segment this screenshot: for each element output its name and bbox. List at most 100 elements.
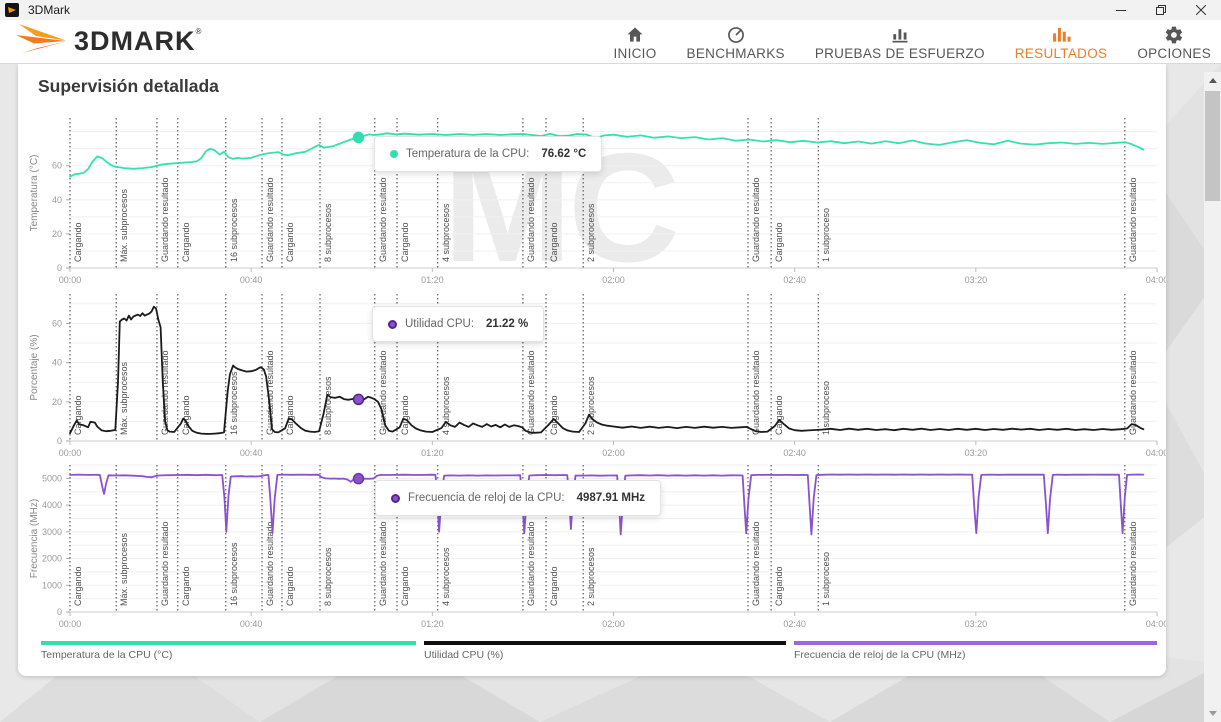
svg-text:Cargando: Cargando <box>774 395 784 435</box>
svg-text:Cargando: Cargando <box>181 395 191 435</box>
svg-text:Cargando: Cargando <box>181 566 191 606</box>
svg-text:04:00: 04:00 <box>1146 275 1166 285</box>
svg-text:3000: 3000 <box>42 527 62 537</box>
svg-text:Guardando resultado: Guardando resultado <box>265 350 275 435</box>
svg-text:Guardando resultado: Guardando resultado <box>160 521 170 606</box>
svg-text:60: 60 <box>52 318 62 328</box>
svg-text:Porcentaje (%): Porcentaje (%) <box>29 334 40 400</box>
svg-text:01:20: 01:20 <box>421 275 444 285</box>
legend-label-frequency: Frecuencia de reloj de la CPU (MHz) <box>794 649 966 661</box>
svg-text:01:20: 01:20 <box>421 448 444 458</box>
nav-item-opciones[interactable]: OPCIONES <box>1137 25 1211 61</box>
arrow-down-icon <box>1208 711 1217 716</box>
scrollbar-thumb[interactable] <box>1205 91 1220 201</box>
svg-text:Cargando: Cargando <box>73 566 83 606</box>
svg-text:Guardando resultado: Guardando resultado <box>1128 177 1138 262</box>
svg-text:16 subprocesos: 16 subprocesos <box>229 371 239 435</box>
svg-text:Máx. subprocesos: Máx. subprocesos <box>119 188 129 262</box>
svg-text:Cargando: Cargando <box>181 222 191 262</box>
svg-text:0: 0 <box>57 263 62 273</box>
tooltip-label: Temperatura de la CPU: <box>406 148 530 160</box>
svg-text:00:00: 00:00 <box>59 448 82 458</box>
arrow-up-icon <box>1208 78 1217 83</box>
svg-text:Cargando: Cargando <box>774 222 784 262</box>
svg-text:5000: 5000 <box>42 473 62 483</box>
svg-text:8 subprocesos: 8 subprocesos <box>323 203 333 262</box>
svg-text:2000: 2000 <box>42 554 62 564</box>
close-button[interactable] <box>1181 0 1221 20</box>
tooltip-value: 21.22 % <box>486 318 529 330</box>
nav-item-benchmarks[interactable]: BENCHMARKS <box>687 25 785 61</box>
svg-text:2 subprocesos: 2 subprocesos <box>586 376 596 435</box>
minimize-button[interactable] <box>1101 0 1141 20</box>
bar-chart-icon <box>1053 27 1071 42</box>
svg-text:Cargando: Cargando <box>285 222 295 262</box>
tooltip-value: 76.62 °C <box>541 148 587 160</box>
svg-text:03:20: 03:20 <box>965 619 988 629</box>
svg-text:Guardando resultado: Guardando resultado <box>751 350 761 435</box>
scroll-up-button[interactable] <box>1204 72 1221 89</box>
svg-text:00:40: 00:40 <box>240 275 263 285</box>
app-icon <box>5 3 19 17</box>
svg-text:00:40: 00:40 <box>240 448 263 458</box>
window-titlebar: 3DMark <box>0 0 1221 20</box>
svg-text:03:20: 03:20 <box>965 275 988 285</box>
svg-text:Guardando resultado: Guardando resultado <box>378 177 388 262</box>
svg-text:Cargando: Cargando <box>549 566 559 606</box>
svg-text:20: 20 <box>52 229 62 239</box>
legend-bar-utilization <box>424 641 786 645</box>
svg-text:00:40: 00:40 <box>240 619 263 629</box>
svg-text:Frecuencia (MHz): Frecuencia (MHz) <box>29 499 40 578</box>
svg-text:04:00: 04:00 <box>1146 448 1166 458</box>
svg-text:Cargando: Cargando <box>400 222 410 262</box>
bar-chart-icon <box>892 29 908 43</box>
nav-item-resultados[interactable]: RESULTADOS <box>1015 25 1108 61</box>
svg-text:Cargando: Cargando <box>774 566 784 606</box>
svg-text:1 subproceso: 1 subproceso <box>821 552 831 606</box>
svg-text:Guardando resultado: Guardando resultado <box>751 521 761 606</box>
svg-text:Cargando: Cargando <box>285 566 295 606</box>
svg-text:Guardando resultado: Guardando resultado <box>1128 350 1138 435</box>
3dmark-spark-icon <box>16 24 66 53</box>
tooltip-dot-icon <box>388 319 397 329</box>
svg-text:02:40: 02:40 <box>783 448 806 458</box>
tooltip-label: Utilidad CPU: <box>405 318 475 330</box>
svg-text:4 subprocesos: 4 subprocesos <box>441 547 451 606</box>
gear-icon <box>1165 26 1183 44</box>
svg-text:Cargando: Cargando <box>549 395 559 435</box>
svg-text:4000: 4000 <box>42 500 62 510</box>
svg-text:Guardando resultado: Guardando resultado <box>526 350 536 435</box>
svg-text:02:40: 02:40 <box>783 619 806 629</box>
svg-text:1 subproceso: 1 subproceso <box>821 381 831 435</box>
main-nav: INICIO BENCHMARKS PRUEBAS DE ESFUERZO RE… <box>613 20 1211 64</box>
tooltip-cpu-frequency: Frecuencia de reloj de la CPU: 4987.91 M… <box>375 480 662 516</box>
svg-text:02:00: 02:00 <box>602 448 625 458</box>
svg-text:16 subprocesos: 16 subprocesos <box>229 542 239 606</box>
svg-text:20: 20 <box>52 397 62 407</box>
svg-text:00:00: 00:00 <box>59 275 82 285</box>
svg-text:Máx. subprocesos: Máx. subprocesos <box>119 532 129 606</box>
svg-text:Cargando: Cargando <box>400 566 410 606</box>
scroll-down-button[interactable] <box>1204 705 1221 722</box>
svg-text:Temperatura (°C): Temperatura (°C) <box>29 155 40 232</box>
3dmark-logo: 3DMARK ® <box>16 24 201 58</box>
svg-text:16 subprocesos: 16 subprocesos <box>229 198 239 262</box>
tooltip-cpu-utilization: Utilidad CPU: 21.22 % <box>372 306 545 342</box>
svg-text:1 subproceso: 1 subproceso <box>821 208 831 262</box>
tooltip-label: Frecuencia de reloj de la CPU: <box>408 492 565 504</box>
svg-text:04:00: 04:00 <box>1146 619 1166 629</box>
svg-text:00:00: 00:00 <box>59 619 82 629</box>
nav-item-inicio[interactable]: INICIO <box>613 25 656 61</box>
logo-wordmark: 3DMARK <box>74 25 196 56</box>
legend-label-temperature: Temperatura de la CPU (°C) <box>41 649 173 661</box>
svg-text:Guardando resultado: Guardando resultado <box>751 177 761 262</box>
svg-text:Cargando: Cargando <box>285 395 295 435</box>
svg-text:Cargando: Cargando <box>400 395 410 435</box>
maximize-button[interactable] <box>1141 0 1181 20</box>
svg-text:02:00: 02:00 <box>602 619 625 629</box>
svg-text:Guardando resultado: Guardando resultado <box>265 177 275 262</box>
svg-text:Cargando: Cargando <box>73 395 83 435</box>
svg-text:Guardando resultado: Guardando resultado <box>378 350 388 435</box>
nav-item-pruebas-de-esfuerzo[interactable]: PRUEBAS DE ESFUERZO <box>815 25 985 61</box>
vertical-scrollbar[interactable] <box>1204 72 1221 722</box>
